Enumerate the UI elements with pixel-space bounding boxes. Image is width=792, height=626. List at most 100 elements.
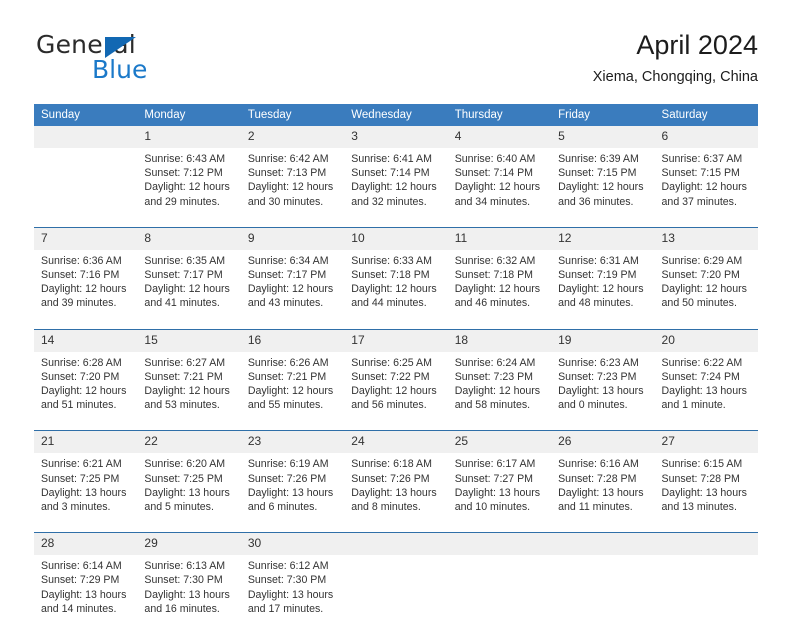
day-cell-5: Sunrise: 6:39 AM Sunset: 7:15 PM Daylight:… [551,148,655,219]
day-number-empty [344,533,448,556]
daylight-text: Daylight: 12 hours and 29 minutes. [144,181,230,208]
day-cell-10: Sunrise: 6:33 AM Sunset: 7:18 PM Daylight:… [344,249,448,321]
day-number-2[interactable]: 2 [240,126,345,148]
day-number-22[interactable]: 22 [137,431,241,454]
daylight-text: Daylight: 13 hours and 3 minutes. [41,486,127,514]
weekday-header-friday: Friday [551,104,655,126]
day-number-6[interactable]: 6 [654,126,758,148]
day-number-19[interactable]: 19 [551,329,655,352]
sunrise-text: Sunrise: 6:37 AM [661,153,743,165]
day-number-14[interactable]: 14 [34,329,138,352]
sunrise-text: Sunrise: 6:13 AM [144,560,226,573]
day-number-23[interactable]: 23 [240,431,345,454]
sunset-text: Sunset: 7:25 PM [144,472,223,485]
page-header: General Blue April 2024 Xiema, Chongqing… [34,28,758,96]
sunset-text: Sunset: 7:13 PM [247,167,327,180]
day-number-21[interactable]: 21 [34,431,138,454]
sunrise-text: Sunrise: 6:15 AM [661,458,743,471]
general-blue-logo[interactable]: General Blue [34,28,244,90]
day-number-4[interactable]: 4 [447,126,552,148]
daylight-text: Daylight: 12 hours and 55 minutes. [247,385,334,412]
sunset-text: Sunset: 7:14 PM [454,167,534,180]
day-number-3[interactable]: 3 [344,126,448,148]
day-cell-24: Sunrise: 6:18 AM Sunset: 7:26 PM Daylight:… [344,453,448,525]
sunrise-text: Sunrise: 6:33 AM [351,254,432,267]
sunset-text: Sunset: 7:21 PM [247,370,327,383]
sunset-text: Sunset: 7:18 PM [454,269,534,282]
sunset-text: Sunset: 7:20 PM [661,269,740,282]
daylight-text: Daylight: 12 hours and 43 minutes. [247,283,334,310]
day-detail-row: Sunrise: 6:36 AM Sunset: 7:16 PM Daylight:… [34,249,758,321]
day-number-5[interactable]: 5 [551,126,655,148]
day-cell-15: Sunrise: 6:27 AM Sunset: 7:21 PM Daylight:… [137,351,241,423]
daylight-text: Daylight: 12 hours and 50 minutes. [661,283,747,310]
day-cell-empty [551,555,655,626]
day-cell-11: Sunrise: 6:32 AM Sunset: 7:18 PM Daylight:… [447,249,552,321]
day-number-row: 14 15 16 17 18 19 20 [34,329,758,352]
day-number-27[interactable]: 27 [654,431,758,454]
week-spacer [34,218,758,228]
week-spacer-cell [34,320,758,330]
calendar-page: General Blue April 2024 Xiema, Chongqing… [0,0,792,626]
day-number-29[interactable]: 29 [137,533,241,556]
day-number-17[interactable]: 17 [344,329,448,352]
daylight-text: Daylight: 12 hours and 39 minutes. [41,283,127,310]
day-cell-2: Sunrise: 6:42 AM Sunset: 7:13 PM Daylight:… [240,148,345,219]
day-cell-8: Sunrise: 6:35 AM Sunset: 7:17 PM Daylight:… [137,249,241,321]
day-number-10[interactable]: 10 [344,227,448,250]
day-number-26[interactable]: 26 [551,431,655,454]
sunset-text: Sunset: 7:16 PM [41,269,120,282]
daylight-text: Daylight: 12 hours and 51 minutes. [41,385,127,412]
sunset-text: Sunset: 7:15 PM [558,167,637,180]
sunrise-text: Sunrise: 6:27 AM [144,356,226,369]
day-cell-30: Sunrise: 6:12 AM Sunset: 7:30 PM Daylight:… [240,555,345,626]
day-number-11[interactable]: 11 [447,227,552,250]
day-number-15[interactable]: 15 [137,329,241,352]
daylight-text: Daylight: 12 hours and 46 minutes. [454,283,541,310]
weekday-header-monday: Monday [137,104,241,126]
day-number-8[interactable]: 8 [137,227,241,250]
sunset-text: Sunset: 7:26 PM [351,472,430,485]
day-number-empty [34,126,138,148]
sunrise-text: Sunrise: 6:39 AM [558,153,639,165]
day-number-25[interactable]: 25 [447,431,552,454]
day-detail-row: Sunrise: 6:43 AM Sunset: 7:12 PM Daylight:… [34,148,758,219]
day-cell-empty [344,555,448,626]
sunrise-text: Sunrise: 6:19 AM [247,458,329,471]
sunrise-text: Sunrise: 6:28 AM [41,356,122,369]
daylight-text: Daylight: 12 hours and 48 minutes. [558,283,644,310]
day-cell-18: Sunrise: 6:24 AM Sunset: 7:23 PM Daylight:… [447,351,552,423]
day-cell-21: Sunrise: 6:21 AM Sunset: 7:25 PM Daylight:… [34,453,138,525]
day-cell-4: Sunrise: 6:40 AM Sunset: 7:14 PM Daylight:… [447,148,552,219]
daylight-text: Daylight: 12 hours and 36 minutes. [558,181,644,208]
day-number-16[interactable]: 16 [240,329,345,352]
calendar-header-row: Sunday Monday Tuesday Wednesday Thursday Frid… [34,104,758,126]
day-number-18[interactable]: 18 [447,329,552,352]
day-number-7[interactable]: 7 [34,227,138,250]
day-number-13[interactable]: 13 [654,227,758,250]
sunset-text: Sunset: 7:12 PM [144,167,223,180]
daylight-text: Daylight: 12 hours and 37 minutes. [661,181,747,208]
weekday-header-thursday: Thursday [447,104,552,126]
sunrise-text: Sunrise: 6:41 AM [351,153,432,165]
day-number-empty [654,533,758,556]
day-cell-14: Sunrise: 6:28 AM Sunset: 7:20 PM Daylight:… [34,351,138,423]
daylight-text: Daylight: 12 hours and 34 minutes. [454,181,541,208]
sunset-text: Sunset: 7:29 PM [41,574,120,587]
day-number-28[interactable]: 28 [34,533,138,556]
day-number-1[interactable]: 1 [137,126,241,148]
day-number-30[interactable]: 30 [240,533,345,556]
day-number-20[interactable]: 20 [654,329,758,352]
daylight-text: Daylight: 13 hours and 5 minutes. [144,486,230,514]
day-number-empty [551,533,655,556]
sunrise-text: Sunrise: 6:43 AM [144,153,226,165]
day-number-9[interactable]: 9 [240,227,345,250]
day-number-12[interactable]: 12 [551,227,655,250]
sunrise-text: Sunrise: 6:31 AM [558,254,639,267]
daylight-text: Daylight: 13 hours and 13 minutes. [661,486,747,514]
day-number-24[interactable]: 24 [344,431,448,454]
weekday-header-wednesday: Wednesday [344,104,448,126]
day-detail-row: Sunrise: 6:14 AM Sunset: 7:29 PM Daylight:… [34,555,758,626]
day-cell-20: Sunrise: 6:22 AM Sunset: 7:24 PM Daylight:… [654,351,758,423]
sunset-text: Sunset: 7:23 PM [558,370,637,383]
